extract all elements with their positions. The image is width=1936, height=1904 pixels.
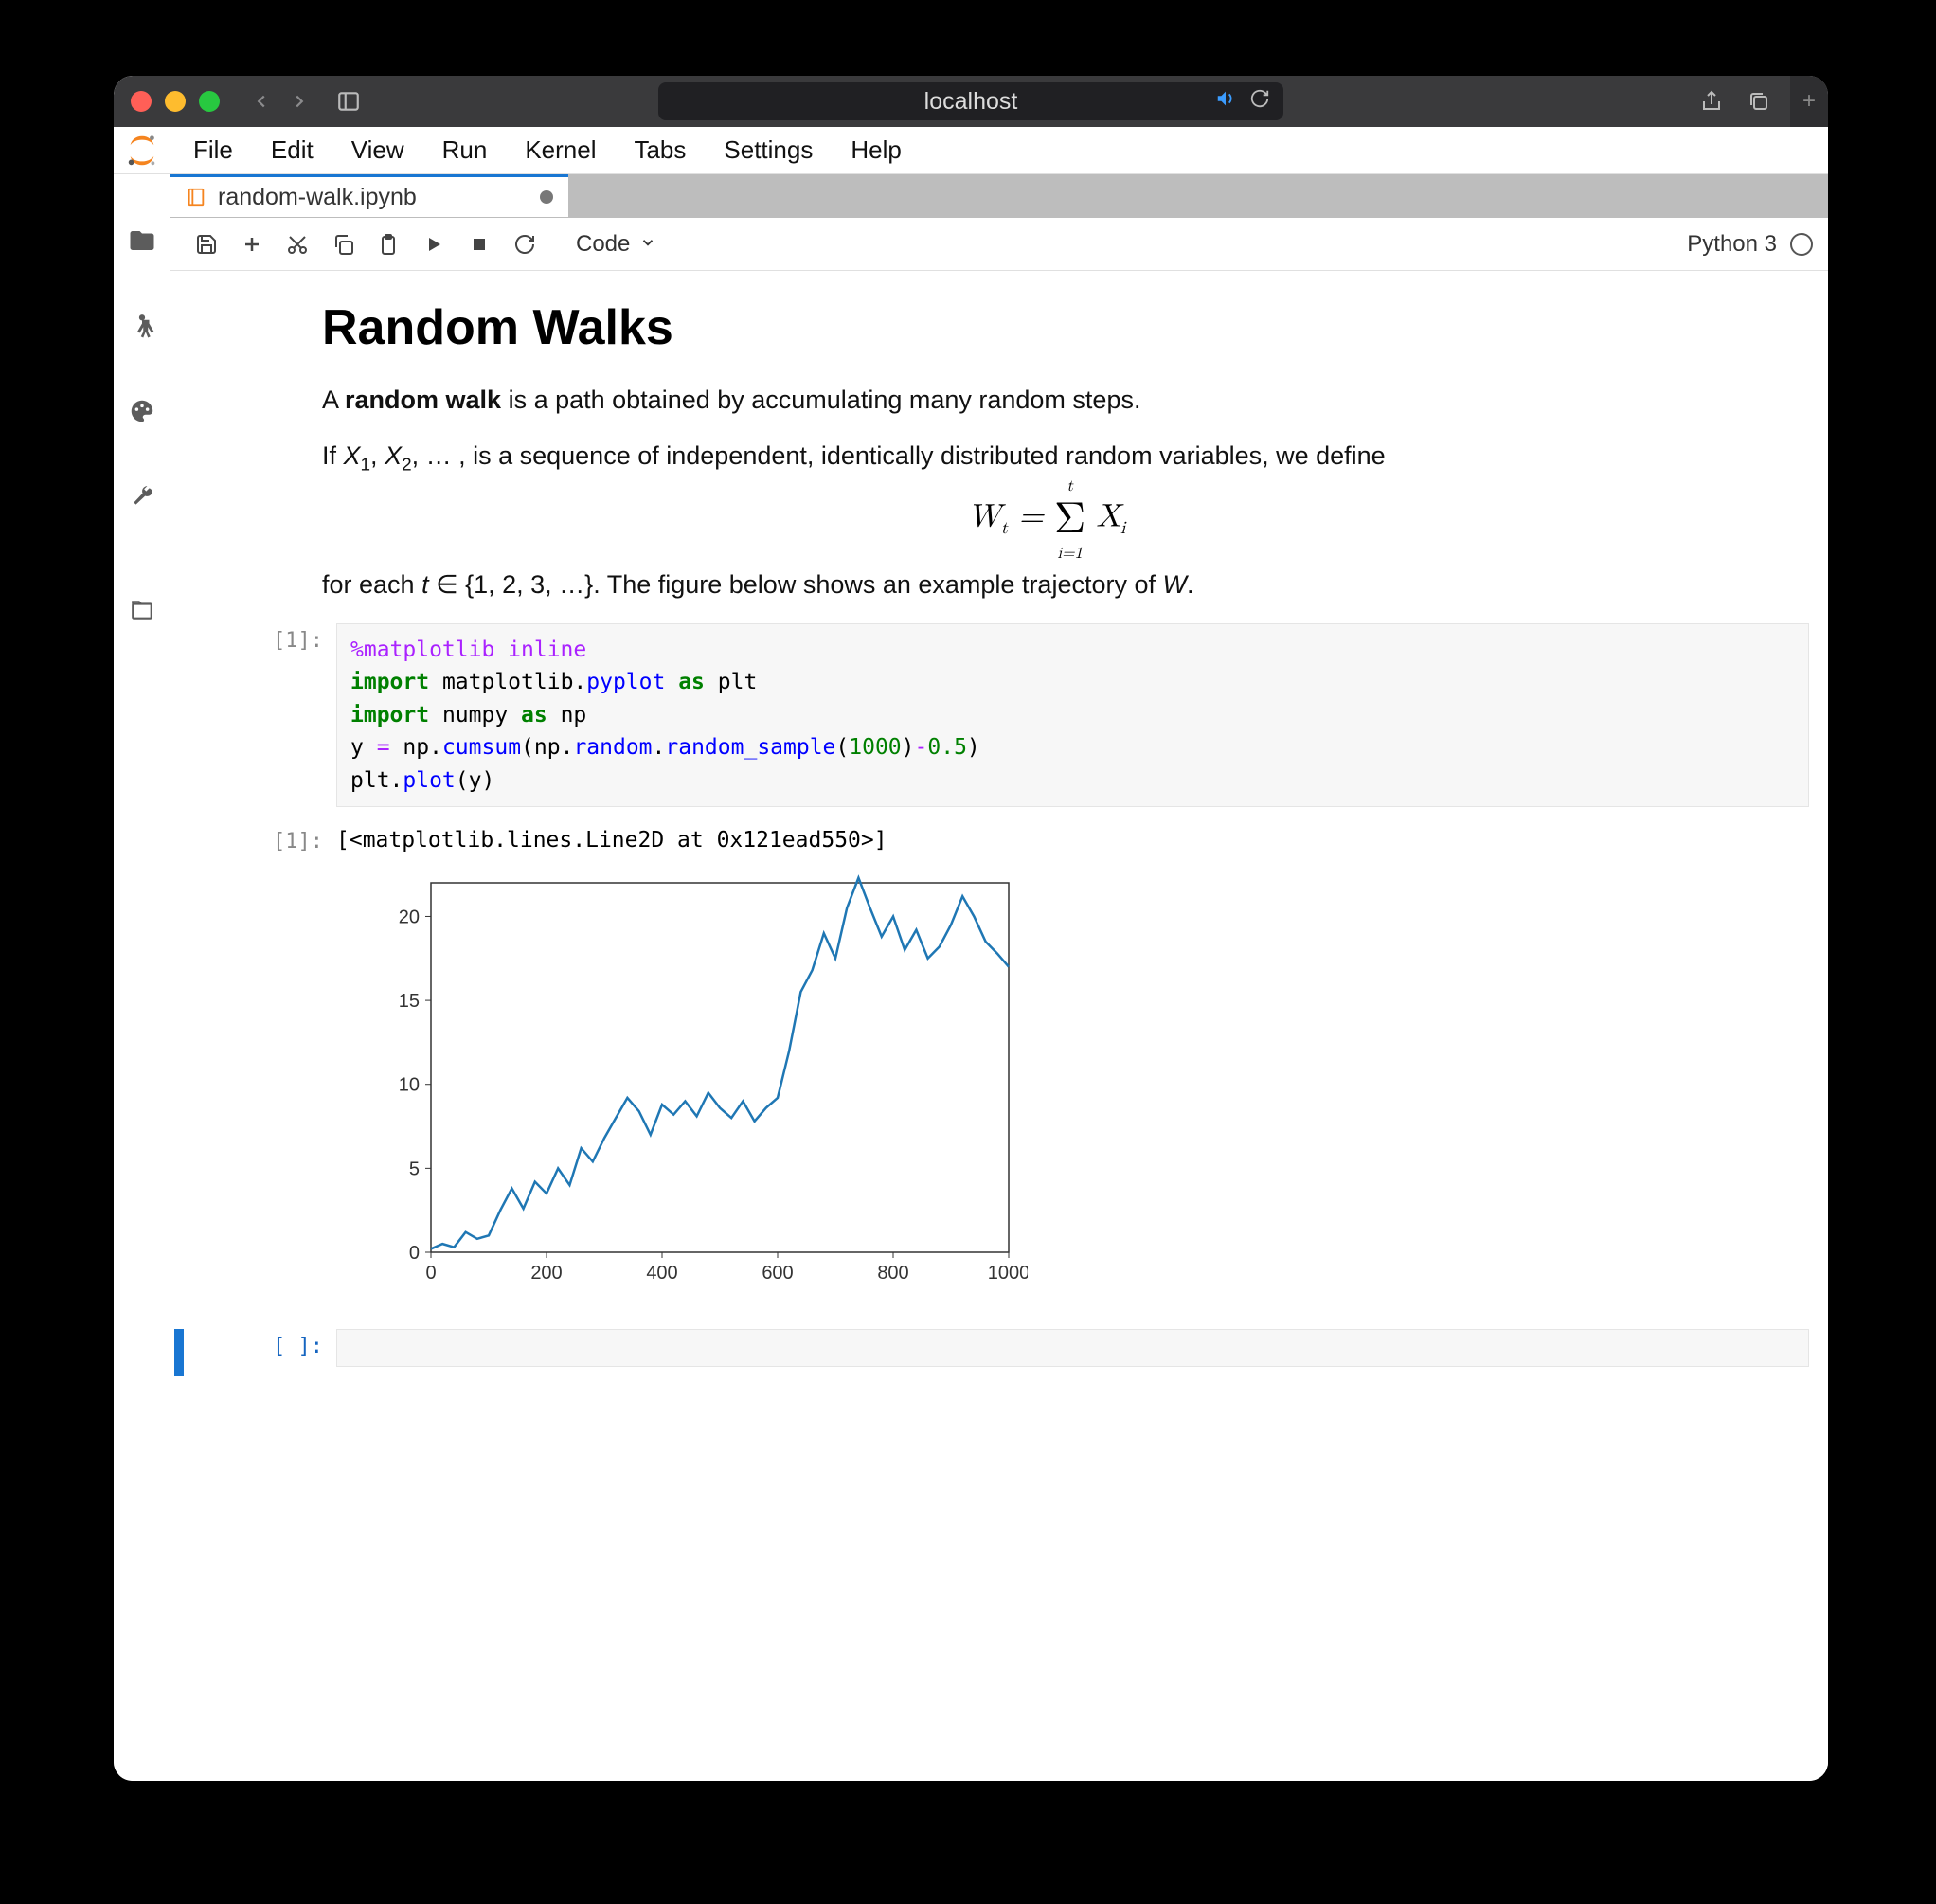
- file-tab-label: random-walk.ipynb: [218, 184, 417, 211]
- svg-text:10: 10: [399, 1075, 420, 1096]
- svg-text:800: 800: [877, 1263, 908, 1284]
- svg-text:5: 5: [409, 1159, 420, 1180]
- svg-text:600: 600: [762, 1263, 793, 1284]
- svg-text:1000: 1000: [988, 1263, 1028, 1284]
- output-chart: 0 200 400 600 800 1000 0 5 10 15 20: [336, 856, 1809, 1323]
- svg-text:0: 0: [425, 1263, 436, 1284]
- palette-icon[interactable]: [114, 383, 170, 440]
- traffic-lights: [131, 91, 220, 112]
- tabs-icon[interactable]: [114, 582, 170, 638]
- back-button[interactable]: [242, 85, 280, 117]
- nav-group: [242, 85, 318, 117]
- kernel-name[interactable]: Python 3: [1687, 231, 1777, 258]
- cut-button[interactable]: [277, 224, 318, 265]
- markdown-p3: for each t ∈ {1, 2, 3, …}. The figure be…: [322, 566, 1771, 604]
- notebook-toolbar: Code Python 3: [170, 218, 1828, 271]
- cell-type-label: Code: [576, 231, 630, 258]
- svg-text:400: 400: [646, 1263, 677, 1284]
- line-chart: 0 200 400 600 800 1000 0 5 10 15 20: [374, 864, 1028, 1300]
- unsaved-indicator-icon: [540, 190, 553, 204]
- paste-button[interactable]: [367, 224, 409, 265]
- markdown-title: Random Walks: [322, 299, 1771, 356]
- titlebar: localhost +: [114, 76, 1828, 127]
- settings-wrench-icon[interactable]: [114, 468, 170, 525]
- restart-button[interactable]: [504, 224, 546, 265]
- input-prompt-empty: [ ]:: [189, 1329, 336, 1367]
- run-button[interactable]: [413, 224, 455, 265]
- save-button[interactable]: [186, 224, 227, 265]
- code-input-empty[interactable]: [336, 1329, 1809, 1367]
- markdown-p1: A random walk is a path obtained by accu…: [322, 381, 1771, 420]
- input-prompt: [1]:: [189, 623, 336, 808]
- logo-cell: [114, 127, 170, 174]
- menu-edit[interactable]: Edit: [258, 130, 327, 171]
- tabs-overview-button[interactable]: [1743, 85, 1775, 117]
- insert-cell-button[interactable]: [231, 224, 273, 265]
- audio-icon[interactable]: [1215, 88, 1236, 116]
- svg-text:200: 200: [530, 1263, 562, 1284]
- empty-code-cell[interactable]: [ ]:: [170, 1329, 1828, 1376]
- menu-view[interactable]: View: [338, 130, 418, 171]
- address-bar[interactable]: localhost: [658, 82, 1283, 120]
- svg-text:0: 0: [409, 1243, 420, 1264]
- main-column: File Edit View Run Kernel Tabs Settings …: [170, 127, 1828, 1781]
- svg-text:20: 20: [399, 907, 420, 928]
- menu-kernel[interactable]: Kernel: [511, 130, 609, 171]
- markdown-formula: Wt = Σti=1 Xi: [322, 497, 1771, 541]
- close-window-button[interactable]: [131, 91, 152, 112]
- output-text: [<matplotlib.lines.Line2D at 0x121ead550…: [336, 824, 1809, 856]
- notebook-icon: [186, 187, 206, 207]
- active-cell-indicator: [174, 1329, 184, 1376]
- app-body: File Edit View Run Kernel Tabs Settings …: [114, 127, 1828, 1781]
- file-tab[interactable]: random-walk.ipynb: [170, 174, 568, 217]
- maximize-window-button[interactable]: [199, 91, 220, 112]
- minimize-window-button[interactable]: [165, 91, 186, 112]
- sidebar-toggle-button[interactable]: [330, 85, 367, 117]
- cell-type-select[interactable]: Code: [566, 227, 666, 261]
- notebook-area[interactable]: Random Walks A random walk is a path obt…: [170, 271, 1828, 1781]
- copy-button[interactable]: [322, 224, 364, 265]
- code-input[interactable]: %matplotlib inline import matplotlib.pyp…: [336, 623, 1809, 808]
- jupyter-logo-icon[interactable]: [117, 126, 167, 175]
- file-browser-icon[interactable]: [114, 212, 170, 269]
- toolbar-right: Python 3: [1687, 231, 1813, 258]
- output-cell-1: [1]: [<matplotlib.lines.Line2D at 0x121e…: [170, 824, 1828, 1323]
- kernel-status-icon: [1790, 233, 1813, 256]
- activity-bar: [114, 174, 170, 1781]
- chevron-down-icon: [639, 231, 656, 258]
- menu-file[interactable]: File: [180, 130, 246, 171]
- output-prompt: [1]:: [189, 824, 336, 1323]
- share-button[interactable]: [1695, 85, 1728, 117]
- svg-text:15: 15: [399, 991, 420, 1012]
- menu-run[interactable]: Run: [429, 130, 501, 171]
- new-tab-button[interactable]: +: [1790, 76, 1828, 127]
- menubar: File Edit View Run Kernel Tabs Settings …: [170, 127, 1828, 174]
- code-cell-1[interactable]: [1]: %matplotlib inline import matplotli…: [170, 623, 1828, 808]
- browser-window: localhost +: [114, 76, 1828, 1781]
- tab-bar: random-walk.ipynb: [170, 174, 1828, 218]
- menu-tabs[interactable]: Tabs: [620, 130, 699, 171]
- running-terminals-icon[interactable]: [114, 297, 170, 354]
- markdown-cell[interactable]: Random Walks A random walk is a path obt…: [170, 299, 1828, 604]
- interrupt-button[interactable]: [458, 224, 500, 265]
- menu-help[interactable]: Help: [837, 130, 914, 171]
- markdown-p2: If X1, X2, … , is a sequence of independ…: [322, 437, 1771, 479]
- forward-button[interactable]: [280, 85, 318, 117]
- reload-button[interactable]: [1249, 88, 1270, 116]
- titlebar-right: +: [1695, 76, 1811, 127]
- url-text: localhost: [924, 88, 1018, 116]
- menu-settings[interactable]: Settings: [710, 130, 826, 171]
